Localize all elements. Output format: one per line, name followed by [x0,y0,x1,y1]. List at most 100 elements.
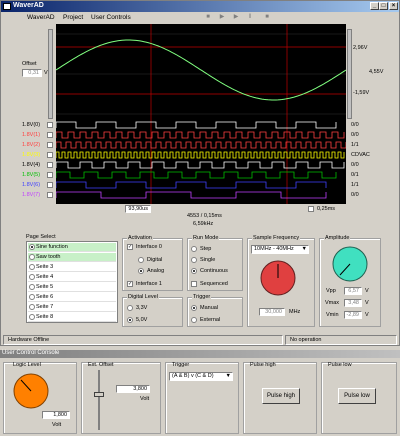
vmax-unit: V [365,300,369,306]
vpp-unit: V [365,288,369,294]
record-icon[interactable]: ■ [204,14,212,21]
console-title-bar[interactable]: User Control Console [0,350,400,358]
cursor-right-label: 0,25ms [317,206,336,212]
page-item-3[interactable]: Seite 3 [28,263,116,272]
step-icon[interactable]: ▶ [218,14,226,21]
logic-level-field[interactable]: 1,800 [42,411,70,419]
digital-level-title: Digital Level [127,294,159,300]
channel-checkbox-6[interactable] [47,182,53,188]
step-radio[interactable] [191,246,197,252]
pulse-low-button[interactable]: Pulse low [338,388,376,404]
sample-frequency-title: Sample Frequency [252,235,301,241]
logic-level-title: Logic Level [13,362,41,368]
channel-checkbox-2[interactable] [47,142,53,148]
channel-checkbox-5[interactable] [47,172,53,178]
level-5v-radio[interactable] [127,317,133,323]
page-item-4[interactable]: Seite 4 [28,273,116,282]
channel-value-1: 0/0 [351,132,359,138]
stop-icon[interactable]: ■ [263,14,271,21]
run-mode-title: Run Mode [192,235,220,241]
right-level-label: 4,55V [369,69,384,75]
interface1-checkbox[interactable]: ✓ [127,281,133,287]
channel-checkbox-4[interactable] [47,162,53,168]
page-item-7[interactable]: Seite 7 [28,303,116,312]
offset-slider[interactable] [48,29,53,119]
trigger-title: Trigger [192,294,212,300]
channel-label-7: 1.8V(7) [22,192,41,198]
close-icon[interactable]: × [389,2,398,10]
cursor-left-field[interactable]: 93,90us [125,205,151,213]
trigger-expression-select[interactable]: (A & B) v (C & D) ▼ [169,372,233,381]
pulse-high-title: Pulse high [250,362,276,368]
ext-offset-field[interactable]: 3,800 [116,385,150,393]
step-label: Step [200,246,212,252]
channel-checkbox-7[interactable] [47,192,53,198]
user-control-console: User Control Console Logic Level 1,800 V… [0,350,400,436]
cursor-right-checkbox[interactable] [308,206,314,212]
external-radio[interactable] [191,317,197,323]
channel-label-0: 1.8V(0) [22,122,41,128]
frequency-knob[interactable] [259,259,297,297]
page-item-5[interactable]: Seite 5 [28,283,116,292]
menu-user-controls[interactable]: User Controls [91,14,131,21]
digital-trace-2 [56,141,346,149]
channel-label-6: 1.8V(6) [22,182,41,188]
maximize-icon[interactable]: □ [379,2,388,10]
sample-frequency-select[interactable]: 10MHz - 40MHz ▼ [251,245,309,254]
continuous-radio[interactable] [191,268,197,274]
channel-value-4: 0/0 [351,162,359,168]
samples-readout: 4553 / 0,15ms [187,213,222,219]
frequency-readout: 6,59kHz [193,221,214,227]
vmin-field: -2,89 [344,311,362,319]
interface0-checkbox[interactable]: ✓ [127,244,133,250]
logic-level-knob[interactable] [12,372,50,410]
window-title: WaverAD [13,2,44,9]
play-icon[interactable]: ▶ [232,14,240,21]
sequenced-checkbox[interactable] [191,281,197,287]
digital-label: Digital [147,257,163,263]
channel-value-2: 1/1 [351,142,359,148]
level-slider[interactable] [347,29,352,119]
ext-offset-title: Ext. Offset [88,362,114,368]
page-select-list: Sine function Saw tooth Seite 3 Seite 4 … [26,241,118,323]
digital-radio[interactable] [138,257,144,263]
frequency-value-field[interactable]: 30,000 [259,308,285,316]
page-item-8[interactable]: Seite 8 [28,313,116,322]
ext-offset-unit: Volt [140,396,150,402]
frequency-unit: MHz [289,309,301,315]
sequenced-label: Sequenced [200,281,228,287]
manual-radio[interactable] [191,305,197,311]
offset-field[interactable]: 0,31 [22,69,42,77]
pulse-low-title: Pulse low [328,362,352,368]
menu-bar: WaverAD Project User Controls [1,12,399,23]
pulse-high-button[interactable]: Pulse high [262,388,300,404]
page-select-title: Page Select [26,234,56,240]
channel-value-3: CDVAC [351,152,370,158]
ext-offset-slider-thumb[interactable] [94,392,104,397]
digital-trace-5 [56,171,337,179]
page-item-sine[interactable]: Sine function [28,243,116,252]
digital-trace-7 [56,191,327,199]
menu-project[interactable]: Project [63,14,83,21]
menu-waverad[interactable]: WaverAD [27,14,55,21]
channel-checkbox-0[interactable] [47,122,53,128]
sample-frequency-value: 10MHz - 40MHz [254,246,294,252]
page-item-saw[interactable]: Saw tooth [28,253,116,262]
amplitude-knob[interactable] [331,245,369,283]
level-3v3-radio[interactable] [127,305,133,311]
console-title: User Control Console [2,350,60,356]
analog-radio[interactable] [138,268,144,274]
sine-trace [56,39,346,101]
ext-offset-track [98,370,100,430]
channel-checkbox-3[interactable] [47,152,53,158]
page-item-6[interactable]: Seite 6 [28,293,116,302]
title-bar[interactable]: WaverAD _ □ × [1,1,399,12]
trigger-expression-value: (A & B) v (C & D) [172,373,214,379]
channel-checkbox-1[interactable] [47,132,53,138]
vpp-field: 6,57 [344,287,362,295]
minimize-icon[interactable]: _ [370,2,379,10]
single-radio[interactable] [191,257,197,263]
pause-icon[interactable]: ‖ [246,14,254,21]
dropdown-arrow-icon: ▼ [225,373,231,379]
oscilloscope-display[interactable] [56,24,346,204]
